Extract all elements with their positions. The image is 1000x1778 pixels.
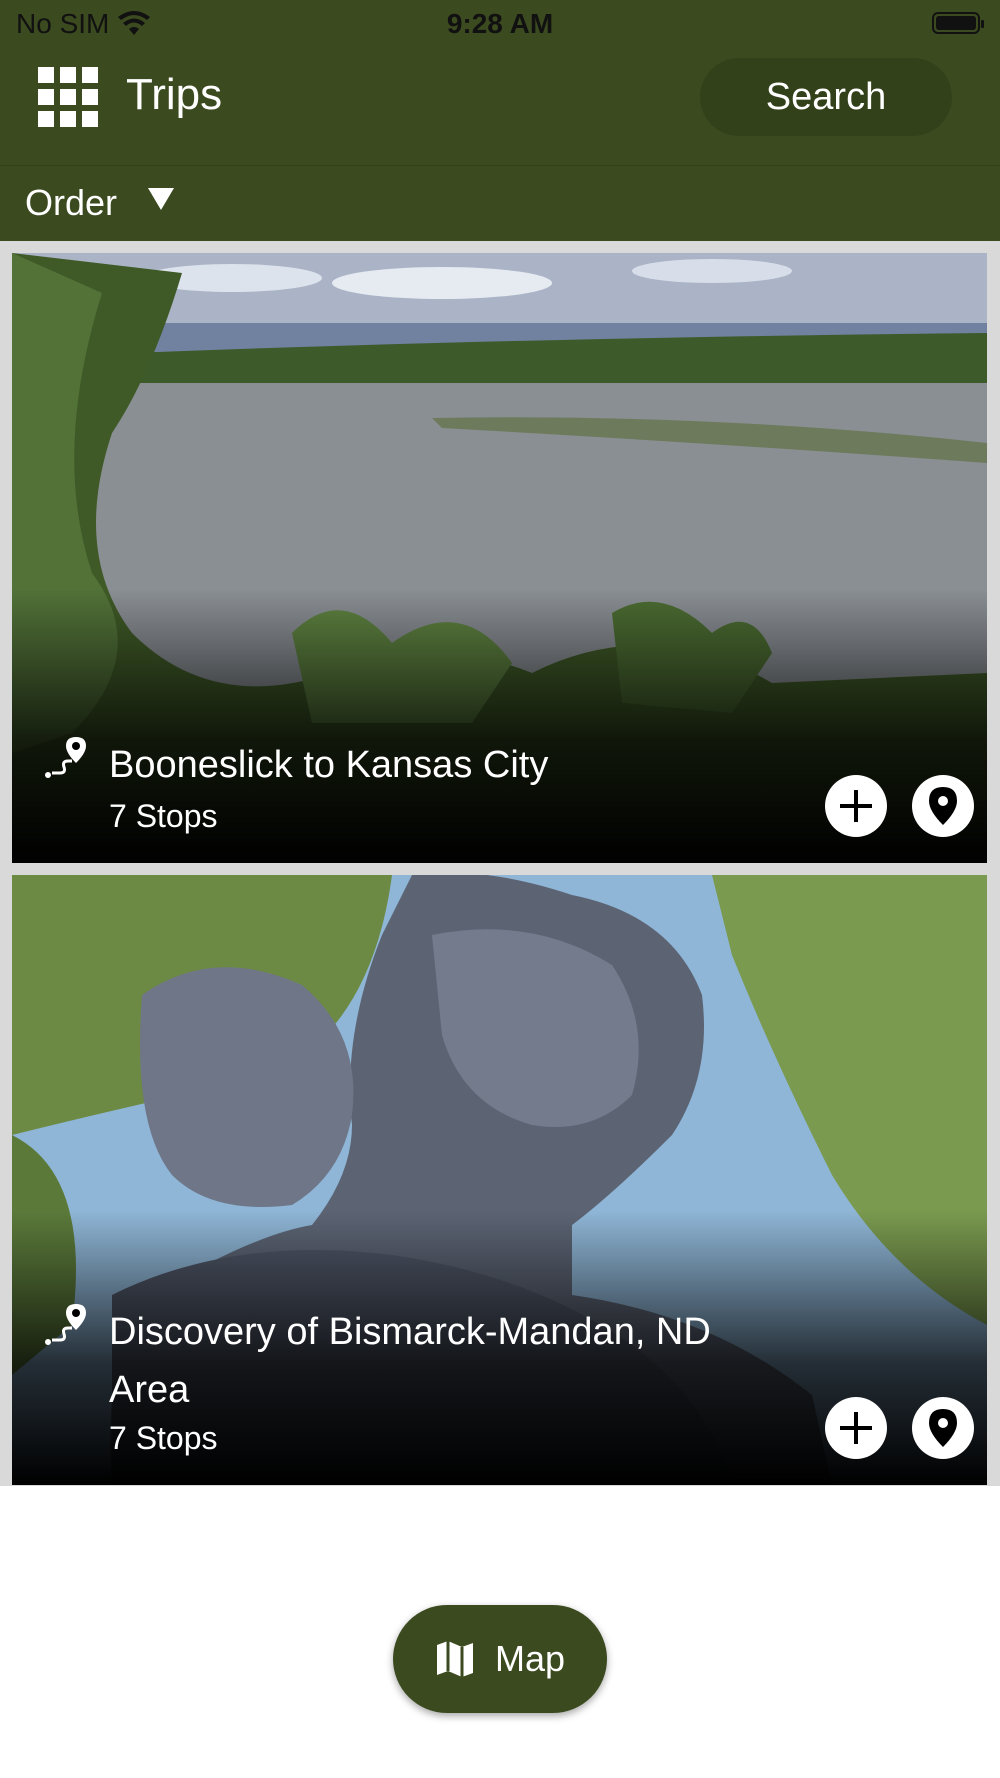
location-pin-icon <box>929 787 957 825</box>
grid-icon[interactable] <box>38 67 98 127</box>
search-button[interactable]: Search <box>700 58 952 136</box>
map-icon <box>436 1641 473 1677</box>
battery-icon <box>932 12 984 34</box>
status-time: 9:28 AM <box>446 8 554 39</box>
trip-stops: 7 Stops <box>109 1420 218 1456</box>
show-on-map-button[interactable] <box>912 1397 974 1459</box>
order-label[interactable]: Order <box>25 182 117 224</box>
status-bar: No SIM 9:28 AM <box>0 0 1000 50</box>
map-label: Map <box>494 1638 566 1679</box>
trip-stops: 7 Stops <box>109 798 218 834</box>
sort-bar[interactable]: Order <box>0 165 1000 242</box>
route-icon <box>45 737 86 778</box>
caret-down-icon[interactable] <box>148 188 174 210</box>
trip-card[interactable]: Discovery of Bismarck-Mandan, ND Area 7 … <box>12 875 987 1485</box>
location-pin-icon <box>929 1409 957 1447</box>
trip-title: Discovery of Bismarck-Mandan, ND Area <box>109 1311 711 1411</box>
plus-icon <box>840 1412 872 1444</box>
nav-bar: Trips Search <box>0 50 1000 165</box>
add-trip-button[interactable] <box>825 1397 887 1459</box>
page-title: Trips <box>126 70 223 119</box>
trip-title: Booneslick to Kansas City <box>109 744 549 786</box>
map-button[interactable]: Map <box>393 1605 607 1713</box>
show-on-map-button[interactable] <box>912 775 974 837</box>
trip-card[interactable]: Booneslick to Kansas City 7 Stops <box>12 253 987 863</box>
plus-icon <box>840 790 872 822</box>
add-trip-button[interactable] <box>825 775 887 837</box>
route-icon <box>45 1304 86 1345</box>
